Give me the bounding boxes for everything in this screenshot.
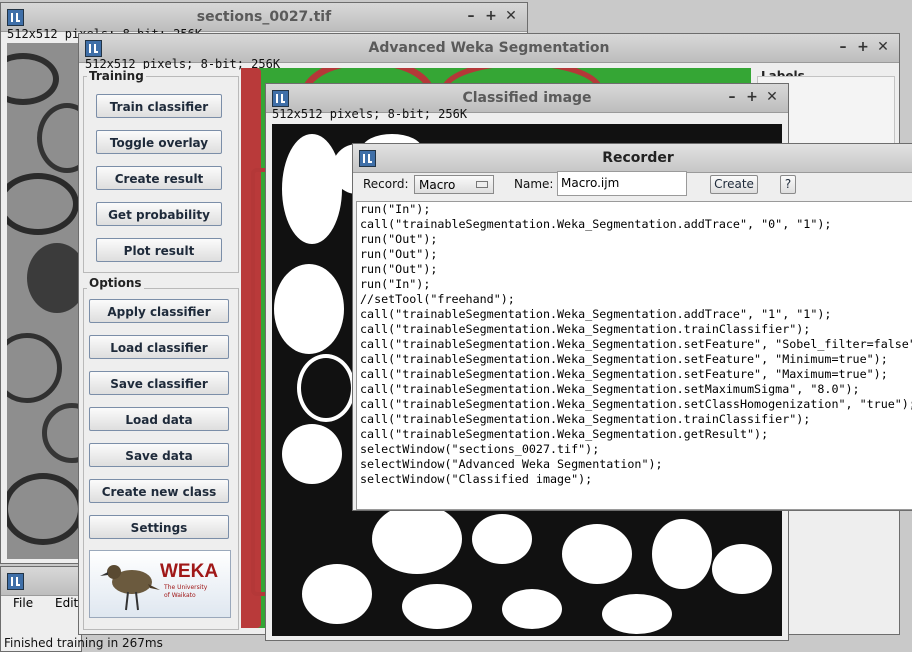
macro-code-line: run("In"); bbox=[360, 277, 431, 291]
maximize-icon[interactable]: + bbox=[481, 8, 501, 24]
create-result-button[interactable]: Create result bbox=[96, 166, 222, 190]
get-probability-button[interactable]: Get probability bbox=[96, 202, 222, 226]
macro-text-area[interactable]: run("In"); call("trainableSegmentation.We… bbox=[356, 201, 912, 510]
weka-logo-sub2: of Waikato bbox=[164, 592, 196, 599]
sections-title: sections_0027.tif bbox=[196, 9, 332, 25]
weka-logo[interactable]: WEKA The University of Waikato bbox=[89, 550, 231, 618]
record-select[interactable]: Macro bbox=[414, 175, 494, 194]
recorder-title: Recorder bbox=[602, 150, 674, 166]
macro-code-line: selectWindow("sections_0027.tif"); bbox=[360, 442, 600, 456]
weka-bird-icon bbox=[100, 565, 160, 611]
macro-code-line: selectWindow("Classified image"); bbox=[360, 472, 593, 486]
minimize-icon[interactable]: – bbox=[833, 39, 853, 55]
macro-code-line: call("trainableSegmentation.Weka_Segment… bbox=[360, 382, 860, 396]
minimize-icon[interactable]: – bbox=[461, 8, 481, 24]
macro-code-line: call("trainableSegmentation.Weka_Segment… bbox=[360, 217, 832, 231]
macro-code-line: call("trainableSegmentation.Weka_Segment… bbox=[360, 427, 769, 441]
weka-title: Advanced Weka Segmentation bbox=[368, 40, 610, 56]
plot-result-button[interactable]: Plot result bbox=[96, 238, 222, 262]
training-label: Training bbox=[87, 69, 146, 83]
minimize-icon[interactable]: – bbox=[722, 89, 742, 105]
close-icon[interactable]: ✕ bbox=[762, 89, 782, 105]
menu-file[interactable]: File bbox=[13, 596, 33, 610]
record-select-value: Macro bbox=[419, 178, 456, 192]
maximize-icon[interactable]: + bbox=[853, 39, 873, 55]
apply-classifier-button[interactable]: Apply classifier bbox=[89, 299, 229, 323]
imagej-titlebar[interactable] bbox=[1, 567, 81, 596]
load-data-button[interactable]: Load data bbox=[89, 407, 229, 431]
options-label: Options bbox=[87, 276, 144, 290]
recorder-window[interactable]: Recorder Record: Macro Name: Macro.ijm C… bbox=[352, 143, 912, 511]
menu-edit[interactable]: Edit bbox=[55, 596, 78, 610]
classified-image-info: 512x512 pixels; 8-bit; 256K bbox=[272, 107, 468, 121]
train-classifier-button[interactable]: Train classifier bbox=[96, 94, 222, 118]
macro-code-line: selectWindow("Advanced Weka Segmentation… bbox=[360, 457, 663, 471]
close-icon[interactable]: ✕ bbox=[501, 8, 521, 24]
macro-code-line: call("trainableSegmentation.Weka_Segment… bbox=[360, 412, 811, 426]
macro-code-line: call("trainableSegmentation.Weka_Segment… bbox=[360, 397, 912, 411]
imagej-icon bbox=[7, 573, 24, 590]
macro-code-line: run("Out"); bbox=[360, 262, 438, 276]
macro-code-line: //setTool("freehand"); bbox=[360, 292, 515, 306]
maximize-icon[interactable]: + bbox=[742, 89, 762, 105]
status-bar: Finished training in 267ms bbox=[4, 636, 163, 650]
em-image-canvas[interactable] bbox=[7, 43, 87, 559]
weka-logo-title: WEKA bbox=[160, 561, 219, 582]
save-data-button[interactable]: Save data bbox=[89, 443, 229, 467]
macro-code-line: run("Out"); bbox=[360, 247, 438, 261]
macro-code-line: call("trainableSegmentation.Weka_Segment… bbox=[360, 352, 888, 366]
dropdown-icon bbox=[476, 181, 488, 188]
name-label: Name: bbox=[514, 177, 554, 191]
weka-logo-sub1: The University bbox=[164, 584, 208, 591]
macro-code-line: call("trainableSegmentation.Weka_Segment… bbox=[360, 307, 832, 321]
create-new-class-button[interactable]: Create new class bbox=[89, 479, 229, 503]
settings-button[interactable]: Settings bbox=[89, 515, 229, 539]
close-icon[interactable]: ✕ bbox=[873, 39, 893, 55]
load-classifier-button[interactable]: Load classifier bbox=[89, 335, 229, 359]
toggle-overlay-button[interactable]: Toggle overlay bbox=[96, 130, 222, 154]
macro-code-line: call("trainableSegmentation.Weka_Segment… bbox=[360, 337, 912, 351]
name-input[interactable]: Macro.ijm bbox=[557, 171, 687, 196]
help-button[interactable]: ? bbox=[780, 175, 796, 194]
macro-code-line: call("trainableSegmentation.Weka_Segment… bbox=[360, 322, 811, 336]
record-label: Record: bbox=[363, 177, 409, 191]
macro-code-line: run("In"); bbox=[360, 202, 431, 216]
macro-code-line: run("Out"); bbox=[360, 232, 438, 246]
create-button[interactable]: Create bbox=[710, 175, 758, 194]
save-classifier-button[interactable]: Save classifier bbox=[89, 371, 229, 395]
macro-code: run("In"); call("trainableSegmentation.We… bbox=[360, 202, 912, 487]
macro-code-line: call("trainableSegmentation.Weka_Segment… bbox=[360, 367, 888, 381]
classified-title: Classified image bbox=[462, 90, 592, 106]
recorder-titlebar[interactable]: Recorder bbox=[353, 144, 912, 173]
